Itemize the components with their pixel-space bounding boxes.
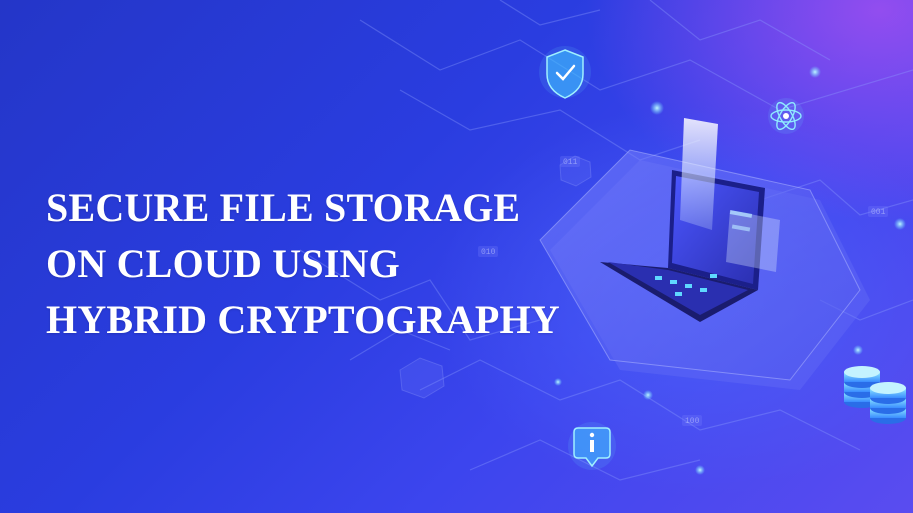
headline-line-2: ON CLOUD USING — [46, 241, 400, 286]
headline-line-3: HYBRID CRYPTOGRAPHY — [46, 297, 560, 342]
banner: 011 010 001 100 SECURE FILE STORAGE ON C… — [0, 0, 913, 513]
headline-line-1: SECURE FILE STORAGE — [46, 185, 521, 230]
binary-tag-001: 001 — [871, 208, 886, 217]
binary-tag-011: 011 — [563, 158, 578, 167]
shield-check-icon — [539, 46, 591, 99]
info-icon — [568, 422, 616, 470]
binary-tag-100: 100 — [685, 417, 700, 426]
atom-icon — [768, 98, 804, 134]
headline: SECURE FILE STORAGE ON CLOUD USING HYBRI… — [46, 180, 560, 348]
database-stack-icon — [844, 366, 906, 424]
